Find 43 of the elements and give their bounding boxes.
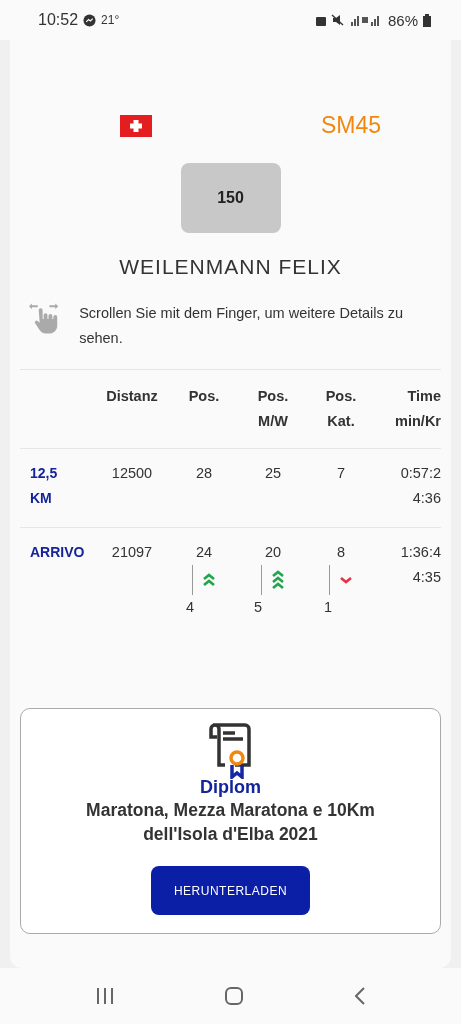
status-temperature: 21° [101, 13, 120, 27]
swipe-hand-icon [28, 301, 60, 335]
status-time: 10:52 [38, 11, 79, 29]
chevrons-up-icon [201, 573, 216, 587]
table-cell-text: 8 [336, 543, 346, 562]
split-label: 12,5 KM [30, 464, 58, 508]
scroll-hint-text: Scrollen Sie mit dem Finger, um weitere Details zu sehen. [79, 304, 405, 348]
table-cell-text: 24 [195, 543, 213, 562]
home-icon[interactable] [225, 987, 244, 1005]
download-button[interactable]: HERUNTERLADEN [151, 866, 310, 915]
column-header: Time min/Kr [394, 387, 441, 431]
mute-icon [330, 14, 344, 26]
table-cell-text: 1:36:4 [400, 543, 441, 562]
table-cell-text: 21097 [110, 543, 154, 562]
messenger-icon [83, 13, 97, 27]
position-change: 4 [185, 598, 195, 617]
swiss-flag-icon [120, 114, 152, 137]
athlete-name: WEILENMANN FELIX [119, 255, 342, 279]
column-header: Pos. [187, 387, 221, 406]
table-cell-text: 4:35 [412, 568, 441, 587]
column-header: Pos. M/W [256, 387, 290, 431]
column-header: Distanz [105, 387, 159, 406]
table-cell-text: 25 [264, 464, 282, 483]
table-cell-text: 4:36 [412, 489, 441, 508]
table-cell-text: 12500 [110, 464, 154, 483]
chevron-down-icon [338, 576, 353, 584]
table-cell-text: 20 [264, 543, 282, 562]
recent-apps-icon[interactable] [95, 988, 114, 1004]
bib-number: 150 [180, 163, 281, 233]
table-cell-text: 28 [195, 464, 213, 483]
split-label: ARRIVO [30, 543, 85, 562]
table-cell-text: 7 [336, 464, 346, 483]
table-cell-text: 0:57:2 [400, 464, 441, 483]
column-header: Pos. Kat. [324, 387, 358, 431]
position-change: 5 [253, 598, 263, 617]
position-change: 1 [323, 598, 333, 617]
back-icon[interactable] [355, 987, 366, 1005]
category-label: SM45 [320, 112, 381, 139]
diploma-title: Diplom [200, 777, 261, 798]
battery-icon [423, 13, 431, 27]
chevrons-up-icon [270, 570, 285, 590]
event-name: Maratona, Mezza Maratona e 10Km dell'Isola d'Elba 2021 [85, 799, 376, 846]
battery-percentage: 86% [387, 11, 418, 29]
